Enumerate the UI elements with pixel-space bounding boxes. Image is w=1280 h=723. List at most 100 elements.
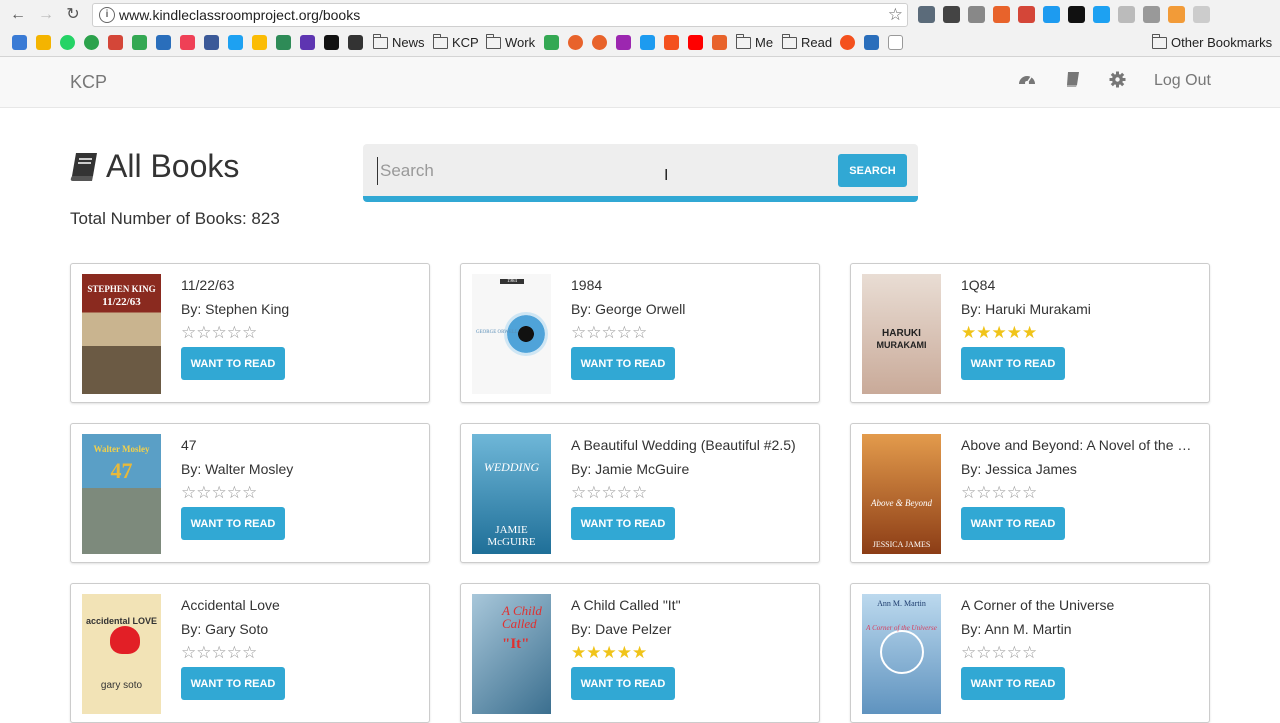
- bookmark-favicon[interactable]: [252, 34, 271, 51]
- want-to-read-button[interactable]: WANT TO READ: [571, 347, 675, 380]
- book-title[interactable]: A Corner of the Universe: [961, 597, 1201, 613]
- bookmark-favicon[interactable]: [664, 34, 683, 51]
- address-bar[interactable]: i www.kindleclassroomproject.org/books ☆: [92, 3, 908, 27]
- evernote-ext-icon[interactable]: [943, 6, 960, 23]
- want-to-read-button[interactable]: WANT TO READ: [181, 347, 285, 380]
- want-to-read-button[interactable]: WANT TO READ: [961, 667, 1065, 700]
- bookmark-favicon[interactable]: [864, 34, 883, 51]
- book-cover-image[interactable]: STEPHEN KING 11/22/63: [82, 274, 161, 394]
- bookmark-favicon[interactable]: [688, 34, 707, 51]
- want-to-read-button[interactable]: WANT TO READ: [961, 347, 1065, 380]
- star-rating[interactable]: ☆☆☆☆☆: [181, 484, 257, 502]
- book-cover-image[interactable]: Ann M. Martin A Corner of the Universe: [862, 594, 941, 714]
- bookmark-favicon[interactable]: [712, 34, 731, 51]
- book-author: By: Stephen King: [181, 301, 290, 317]
- bookmark-favicon[interactable]: [204, 34, 223, 51]
- bookmark-favicon[interactable]: [12, 34, 31, 51]
- bookmark-favicon[interactable]: [276, 34, 295, 51]
- book-title[interactable]: 1Q84: [961, 277, 1201, 293]
- dashboard-icon[interactable]: [1018, 71, 1036, 92]
- star-rating[interactable]: ★★★★★: [961, 324, 1037, 342]
- book-cover-image[interactable]: Above & Beyond JESSICA JAMES: [862, 434, 941, 554]
- book-cover-image[interactable]: WEDDING JAMIE McGUIRE: [472, 434, 551, 554]
- book-card: Walter Mosley 47 47 By: Walter Mosley ☆☆…: [70, 423, 430, 563]
- book-cover-image[interactable]: A Child Called "It": [472, 594, 551, 714]
- bookmark-favicon[interactable]: [132, 34, 151, 51]
- book-cover-image[interactable]: accidental LOVE gary soto: [82, 594, 161, 714]
- book-cover-image[interactable]: Walter Mosley 47: [82, 434, 161, 554]
- back-icon[interactable]: ←: [8, 5, 28, 25]
- want-to-read-button[interactable]: WANT TO READ: [181, 667, 285, 700]
- bookmark-favicon[interactable]: [544, 34, 563, 51]
- book-title[interactable]: 11/22/63: [181, 277, 421, 293]
- b-ext-icon[interactable]: [1168, 6, 1185, 23]
- bookmark-favicon[interactable]: [348, 34, 367, 51]
- search-button[interactable]: SEARCH: [838, 154, 907, 187]
- forward-icon[interactable]: →: [36, 5, 56, 25]
- brand-link[interactable]: KCP: [70, 72, 107, 93]
- want-to-read-button[interactable]: WANT TO READ: [181, 507, 285, 540]
- url-text[interactable]: www.kindleclassroomproject.org/books: [119, 7, 360, 23]
- bookmark-favicon[interactable]: [324, 34, 343, 51]
- star-rating[interactable]: ☆☆☆☆☆: [181, 644, 257, 662]
- star-rating[interactable]: ☆☆☆☆☆: [961, 644, 1037, 662]
- bookmark-favicon[interactable]: [840, 34, 859, 51]
- book-icon[interactable]: [1065, 71, 1081, 93]
- bookmark-folder-read[interactable]: Read: [782, 33, 832, 51]
- star-rating[interactable]: ☆☆☆☆☆: [181, 324, 257, 342]
- bookmark-favicon[interactable]: [228, 34, 247, 51]
- d-ext-icon[interactable]: [1043, 6, 1060, 23]
- bookmark-favicon[interactable]: [888, 34, 907, 51]
- book-title[interactable]: Accidental Love: [181, 597, 421, 613]
- book-cover-image[interactable]: HARUKI MURAKAMI: [862, 274, 941, 394]
- logout-link[interactable]: Log Out: [1154, 72, 1211, 90]
- bookmark-folder-work[interactable]: Work: [486, 33, 535, 51]
- star-rating[interactable]: ☆☆☆☆☆: [961, 484, 1037, 502]
- bookmark-favicon[interactable]: [616, 34, 635, 51]
- bookmark-favicon[interactable]: [156, 34, 175, 51]
- bookmark-folder-news[interactable]: News: [373, 33, 425, 51]
- bookmark-favicon[interactable]: [36, 34, 55, 51]
- book-cover-image[interactable]: GEORGE ORWELL 1984: [472, 274, 551, 394]
- star-rating[interactable]: ★★★★★: [571, 644, 647, 662]
- l-ext-icon[interactable]: [1068, 6, 1085, 23]
- book-author: By: Walter Mosley: [181, 461, 294, 477]
- bookmark-folder-me[interactable]: Me: [736, 33, 773, 51]
- book-title[interactable]: A Beautiful Wedding (Beautiful #2.5): [571, 437, 811, 453]
- r-ext-icon[interactable]: [993, 6, 1010, 23]
- want-to-read-button[interactable]: WANT TO READ: [571, 667, 675, 700]
- bookmark-favicon[interactable]: [592, 34, 611, 51]
- book-title[interactable]: 1984: [571, 277, 811, 293]
- chat-ext-icon[interactable]: [1193, 6, 1210, 23]
- bookmark-favicon[interactable]: [640, 34, 659, 51]
- search-input[interactable]: [377, 157, 832, 185]
- gmail-ext-icon[interactable]: [1018, 6, 1035, 23]
- bookmark-favicon[interactable]: [60, 34, 79, 51]
- reload-icon[interactable]: ↻: [63, 5, 83, 25]
- book-title[interactable]: 47: [181, 437, 421, 453]
- star-rating[interactable]: ☆☆☆☆☆: [571, 324, 647, 342]
- info-icon[interactable]: i: [99, 7, 115, 23]
- want-to-read-button[interactable]: WANT TO READ: [571, 507, 675, 540]
- cloud-ext-icon[interactable]: [968, 6, 985, 23]
- twitter-ext-icon[interactable]: [1093, 6, 1110, 23]
- book-title[interactable]: Above and Beyond: A Novel of the Civi...: [961, 437, 1201, 453]
- bookmark-favicon[interactable]: [108, 34, 127, 51]
- star-rating[interactable]: ☆☆☆☆☆: [571, 484, 647, 502]
- folder-ext-icon[interactable]: [1118, 6, 1135, 23]
- cover-text: A Child Called: [502, 603, 542, 631]
- bookmark-folder-kcp[interactable]: KCP: [433, 33, 479, 51]
- book-card: GEORGE ORWELL 1984 1984 By: George Orwel…: [460, 263, 820, 403]
- bookmark-folder-other[interactable]: Other Bookmarks: [1152, 33, 1272, 51]
- book-title[interactable]: A Child Called "It": [571, 597, 811, 613]
- want-to-read-button[interactable]: WANT TO READ: [961, 507, 1065, 540]
- bookmark-star-icon[interactable]: ☆: [888, 5, 903, 25]
- gear-icon[interactable]: [1109, 71, 1126, 93]
- bookmark-favicon[interactable]: [300, 34, 319, 51]
- cast-ext-icon[interactable]: [1143, 6, 1160, 23]
- bookmark-favicon[interactable]: [180, 34, 199, 51]
- pocket-ext-icon[interactable]: [918, 6, 935, 23]
- bookmark-favicon[interactable]: [84, 34, 103, 51]
- bookmark-favicon[interactable]: [568, 34, 587, 51]
- cover-text: GEORGE ORWELL: [476, 330, 519, 335]
